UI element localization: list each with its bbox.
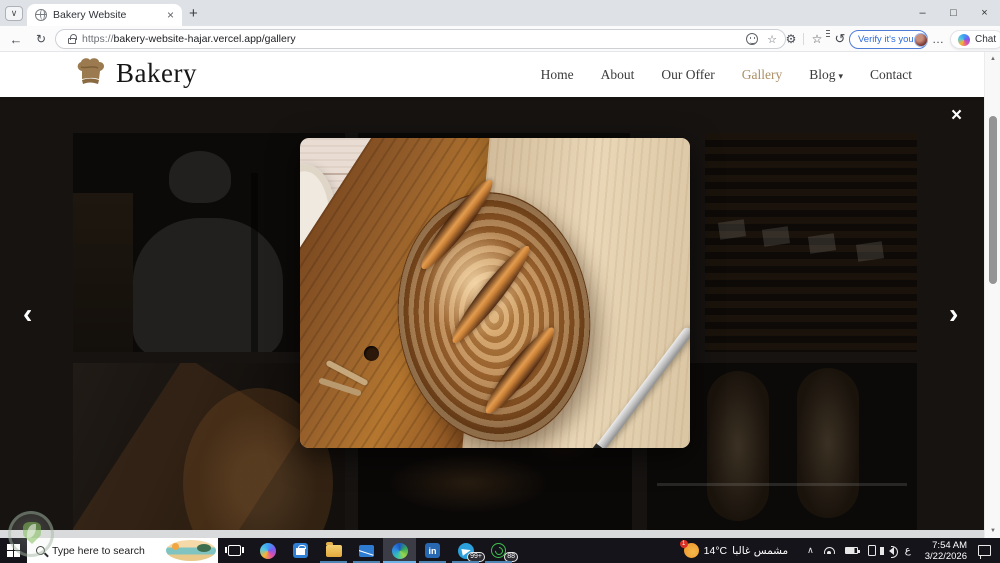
scroll-down-icon[interactable]: ▼: [985, 528, 1000, 534]
taskbar-mail-button[interactable]: [350, 538, 383, 563]
lightbox-prev-button[interactable]: ‹: [23, 300, 32, 328]
wifi-icon[interactable]: [823, 547, 835, 554]
scrollbar-thumb[interactable]: [989, 116, 997, 284]
refresh-button[interactable]: ↻: [31, 26, 51, 52]
lock-icon: [68, 33, 77, 44]
copilot-icon: [958, 33, 970, 46]
taskbar-telegram-button[interactable]: 99+: [449, 538, 485, 563]
taskbar-file-explorer-button[interactable]: [317, 538, 350, 563]
time: 7:54 AM: [932, 539, 967, 551]
feedback-smiley-icon[interactable]: [746, 33, 759, 45]
start-button[interactable]: [7, 544, 20, 557]
search-placeholder: Type here to search: [52, 544, 145, 557]
chevron-down-icon: ▾: [838, 70, 843, 81]
favorites-icon[interactable]: ☆: [808, 26, 830, 52]
task-view-icon: [225, 545, 241, 556]
tab-title: Bakery Website: [53, 9, 127, 21]
logo-text: Bakery: [116, 57, 197, 88]
file-explorer-icon: [325, 542, 342, 557]
profile-avatar: [913, 32, 928, 47]
taskbar-search-input[interactable]: Type here to search: [27, 538, 218, 563]
gallery-thumb-cookies[interactable]: [705, 133, 917, 352]
weather-notification-badge: 1: [679, 540, 688, 548]
site-nav: Home About Our Offer Gallery Blog ▾ Conta…: [541, 52, 912, 97]
board-hole-shape: [364, 346, 379, 361]
mail-icon: [359, 544, 374, 557]
taskbar-linkedin-button[interactable]: in: [416, 538, 449, 563]
lightbox-next-button[interactable]: ›: [949, 300, 958, 328]
back-button[interactable]: ←: [6, 26, 26, 52]
task-view-button[interactable]: [218, 538, 251, 563]
window-close-button[interactable]: ×: [969, 0, 1000, 26]
search-icon: [36, 546, 45, 555]
windows-taskbar: Type here to search in 99+ 88 1 14°C مشم…: [0, 538, 1000, 563]
lightbox-image[interactable]: [300, 138, 690, 448]
microsoft-store-icon: [293, 543, 308, 558]
bookmark-star-icon[interactable]: ☆: [767, 33, 777, 46]
browser-toolbar: ← ↻ https://bakery-website-hajar.vercel.…: [0, 26, 1000, 52]
linkedin-icon: in: [425, 543, 440, 558]
system-tray: 1 14°C مشمس غالبا ∧ ع 7:54 AM 3/22/2026: [679, 538, 1000, 563]
scroll-up-icon[interactable]: ▲: [985, 56, 1000, 62]
history-icon[interactable]: ↺: [831, 26, 849, 52]
weather-icon[interactable]: 1: [679, 540, 699, 558]
tab-close-icon[interactable]: ×: [167, 9, 174, 21]
lightbox-close-button[interactable]: ×: [951, 106, 962, 125]
page-viewport: Bakery Home About Our Offer Gallery Blog…: [0, 52, 1000, 538]
phone-link-icon[interactable]: [867, 545, 876, 556]
extensions-icon[interactable]: ⚙: [782, 26, 800, 52]
browser-titlebar: ∨ Bakery Website × + – □ ×: [0, 0, 1000, 26]
new-tab-button[interactable]: +: [189, 5, 198, 22]
taskbar-whatsapp-button[interactable]: 88: [482, 538, 518, 563]
weather-temp[interactable]: 14°C: [704, 545, 727, 557]
taskbar-store-button[interactable]: [284, 538, 317, 563]
url-text[interactable]: https://bakery-website-hajar.vercel.app/…: [82, 33, 738, 45]
site-logo[interactable]: Bakery: [74, 57, 197, 89]
window-maximize-button[interactable]: □: [938, 0, 969, 26]
search-highlight-illustration[interactable]: [166, 540, 216, 561]
site-header: Bakery Home About Our Offer Gallery Blog…: [0, 52, 984, 97]
verify-profile-button[interactable]: Verify it's you: [849, 30, 928, 49]
clock[interactable]: 7:54 AM 3/22/2026: [925, 540, 967, 562]
screen: ∨ Bakery Website × + – □ × ← ↻ https://b…: [0, 0, 1000, 563]
hidden-icons-chevron-icon[interactable]: ∧: [807, 545, 814, 556]
nav-home[interactable]: Home: [541, 67, 574, 83]
address-bar[interactable]: https://bakery-website-hajar.vercel.app/…: [55, 29, 786, 49]
browser-tab[interactable]: Bakery Website ×: [27, 4, 182, 26]
verify-label: Verify it's you: [858, 34, 914, 45]
globe-favicon-icon: [35, 9, 47, 21]
date: 3/22/2026: [924, 550, 967, 562]
volume-icon[interactable]: [879, 545, 898, 558]
more-menu-icon[interactable]: …: [930, 26, 946, 52]
nav-gallery[interactable]: Gallery: [742, 67, 782, 83]
weather-condition[interactable]: مشمس غالبا: [732, 545, 788, 557]
page-bottom-strip: [0, 530, 984, 538]
gallery-lightbox-overlay[interactable]: × ‹ ›: [0, 97, 984, 530]
chef-hat-icon: [77, 58, 105, 84]
battery-icon[interactable]: [844, 547, 860, 554]
tab-search-chevron-icon[interactable]: ∨: [5, 6, 23, 21]
copilot-chat-button[interactable]: Chat: [950, 30, 1000, 49]
taskbar-copilot-button[interactable]: [251, 538, 284, 563]
copilot-icon: [259, 542, 276, 559]
action-center-icon[interactable]: [978, 545, 991, 559]
nav-about[interactable]: About: [601, 67, 635, 83]
chat-label: Chat: [975, 34, 997, 45]
nav-our-offer[interactable]: Our Offer: [661, 67, 714, 83]
taskbar-edge-button[interactable]: [383, 538, 416, 563]
nav-blog[interactable]: Blog ▾: [809, 67, 843, 83]
nav-contact[interactable]: Contact: [870, 67, 912, 83]
edge-icon: [391, 542, 408, 559]
language-indicator[interactable]: ع: [905, 545, 911, 556]
page-scrollbar[interactable]: ▲ ▼: [984, 52, 1000, 538]
window-minimize-button[interactable]: –: [907, 0, 938, 26]
